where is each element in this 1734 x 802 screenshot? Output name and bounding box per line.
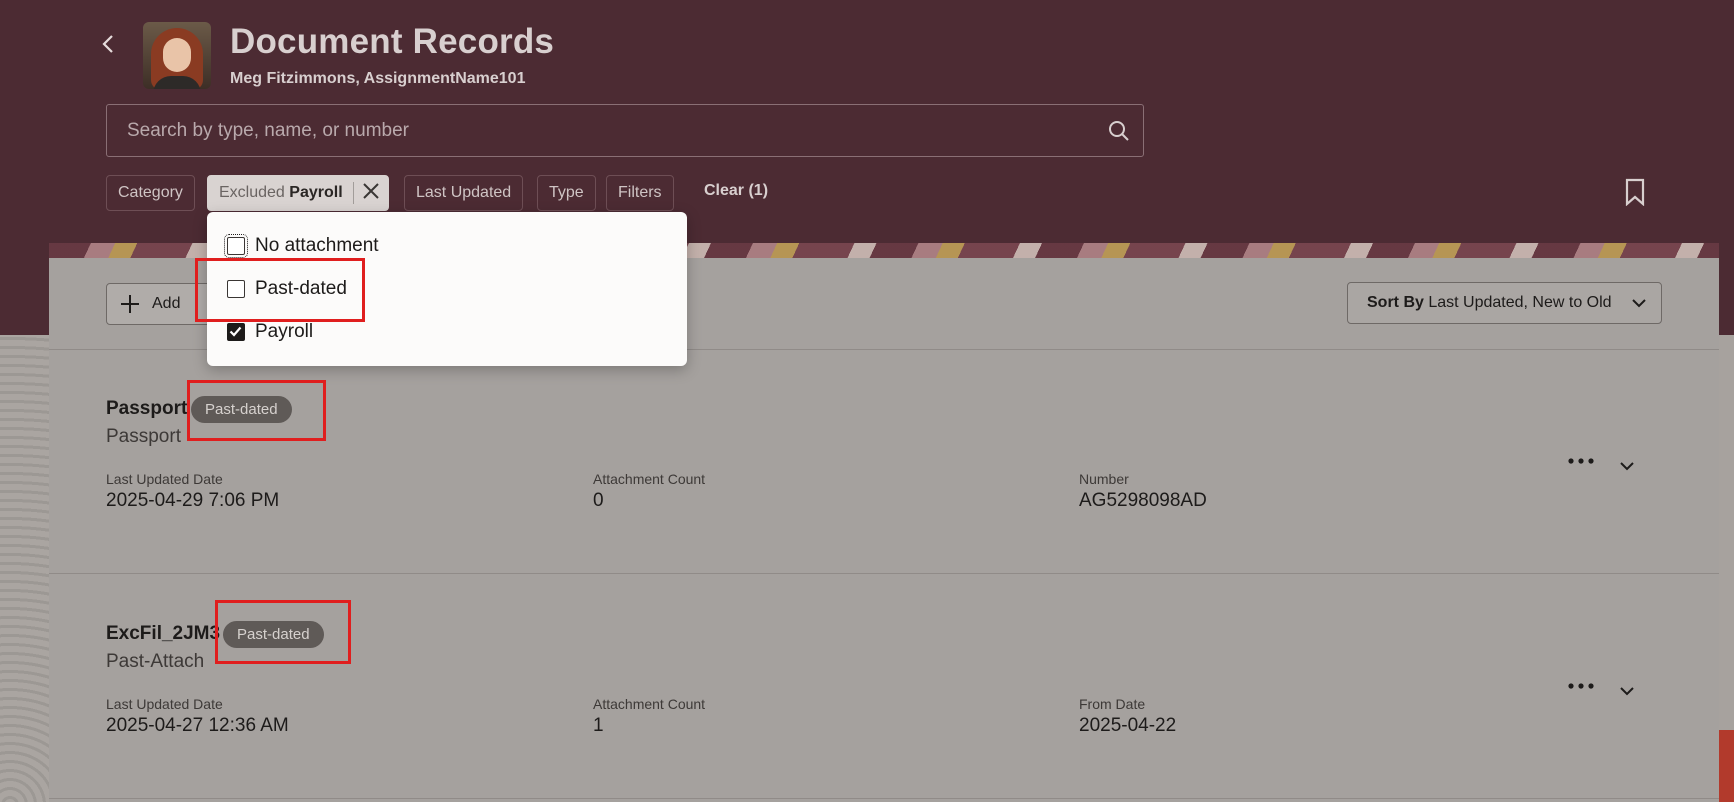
option-past-dated[interactable]: Past-dated: [219, 274, 347, 304]
filter-category[interactable]: Category: [106, 175, 195, 211]
filter-last-updated[interactable]: Last Updated: [404, 175, 524, 211]
chevron-down-icon[interactable]: [1619, 460, 1635, 472]
field-label: Number: [1079, 471, 1129, 487]
field-label: Attachment Count: [593, 696, 706, 712]
field-value: 1: [593, 715, 604, 736]
field-label: Last Updated Date: [106, 696, 223, 712]
plus-icon: [121, 295, 139, 313]
option-label: No attachment: [255, 235, 379, 256]
field-value: 2025-04-22: [1079, 715, 1177, 736]
back-button[interactable]: [98, 24, 126, 64]
accent-bar: [1719, 730, 1734, 802]
filter-excluded-payroll[interactable]: Excluded Payroll: [207, 175, 389, 211]
page-title: Document Records: [230, 22, 555, 61]
add-label: Add: [152, 295, 181, 312]
search-icon[interactable]: [1107, 119, 1131, 143]
checkbox-checked[interactable]: [227, 323, 245, 341]
background-right: [1719, 335, 1734, 802]
field-value: 2025-04-29 7:06 PM: [106, 490, 280, 511]
filter-dropdown: No attachment Past-dated Payroll: [207, 212, 687, 366]
field-value: 2025-04-27 12:36 AM: [106, 715, 289, 736]
more-actions-icon[interactable]: [1566, 456, 1596, 466]
checkbox[interactable]: [227, 280, 245, 298]
more-actions-icon[interactable]: [1566, 681, 1596, 691]
clear-filters-link[interactable]: Clear (1): [704, 182, 768, 200]
field-label: From Date: [1079, 696, 1146, 712]
field-value: AG5298098AD: [1079, 490, 1207, 511]
record-subtitle: Passport: [106, 426, 181, 447]
page-subtitle: Meg Fitzimmons, AssignmentName101: [230, 70, 526, 87]
background-pattern: [0, 335, 49, 802]
status-badge: Past-dated: [191, 396, 292, 423]
record-card[interactable]: Passport Past-dated Passport Last Update…: [49, 350, 1719, 574]
filter-chip-prefix: Excluded: [219, 184, 285, 201]
avatar: [143, 22, 211, 89]
search-input[interactable]: [127, 105, 1087, 156]
field-label: Last Updated Date: [106, 471, 223, 487]
filter-filters[interactable]: Filters: [606, 175, 674, 211]
close-icon[interactable]: [362, 182, 380, 200]
field-value: 0: [593, 490, 604, 511]
record-card[interactable]: ExcFil_2JM3 Past-dated Past-Attach Last …: [49, 575, 1719, 799]
chevron-down-icon: [1632, 299, 1646, 308]
field-label: Attachment Count: [593, 471, 706, 487]
option-payroll[interactable]: Payroll: [219, 317, 313, 347]
sort-prefix: Sort By: [1367, 294, 1424, 311]
bookmark-icon[interactable]: [1624, 178, 1646, 206]
record-subtitle: Past-Attach: [106, 651, 205, 672]
sort-value: Last Updated, New to Old: [1428, 294, 1612, 311]
checkbox[interactable]: [224, 234, 248, 258]
search-box: [106, 104, 1144, 157]
status-badge: Past-dated: [223, 621, 324, 648]
sort-button[interactable]: Sort By Last Updated, New to Old: [1347, 282, 1662, 324]
option-label: Payroll: [255, 321, 314, 342]
add-button[interactable]: Add: [106, 283, 216, 325]
record-title: ExcFil_2JM3: [106, 623, 221, 644]
chevron-down-icon[interactable]: [1619, 685, 1635, 697]
filter-chip-value: Payroll: [289, 184, 343, 201]
filter-type[interactable]: Type: [537, 175, 596, 211]
record-title: Passport: [106, 398, 188, 419]
option-no-attachment[interactable]: No attachment: [219, 231, 379, 261]
check-icon: [229, 326, 242, 337]
option-label: Past-dated: [255, 278, 347, 299]
chevron-left-icon: [102, 35, 113, 53]
